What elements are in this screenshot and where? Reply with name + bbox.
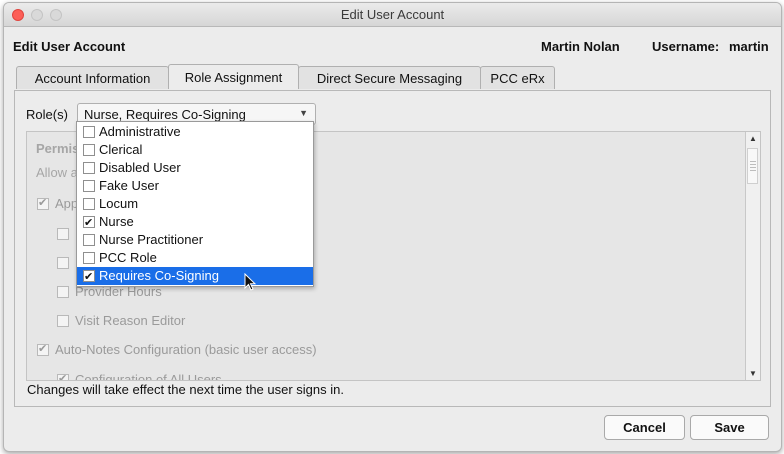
- role-option-requires-co-signing[interactable]: Requires Co-Signing: [77, 267, 313, 286]
- changes-note: Changes will take effect the next time t…: [27, 382, 344, 397]
- mouse-pointer-icon: [244, 273, 257, 291]
- roles-label: Role(s): [26, 107, 68, 122]
- checkbox[interactable]: [57, 228, 69, 240]
- permission-item[interactable]: Visit Reason Editor: [57, 313, 185, 329]
- checkbox[interactable]: [83, 126, 95, 138]
- title-bar[interactable]: Edit User Account: [4, 3, 781, 27]
- role-option-disabled-user[interactable]: Disabled User: [77, 159, 313, 177]
- permission-item[interactable]: [57, 255, 75, 271]
- scrollbar-thumb[interactable]: [747, 148, 758, 184]
- permission-item[interactable]: App: [37, 196, 78, 212]
- chevron-down-icon: ▼: [299, 108, 308, 118]
- role-option-pcc-role[interactable]: PCC Role: [77, 249, 313, 267]
- role-option-clerical[interactable]: Clerical: [77, 141, 313, 159]
- permission-item[interactable]: Auto-Notes Configuration (basic user acc…: [37, 342, 317, 358]
- role-option-nurse[interactable]: Nurse: [77, 213, 313, 232]
- roles-dropdown-list: Administrative Clerical Disabled User Fa…: [76, 121, 314, 287]
- role-option-nurse-practitioner[interactable]: Nurse Practitioner: [77, 231, 313, 249]
- checkbox[interactable]: [83, 268, 95, 286]
- grip-icon: [750, 161, 756, 173]
- tab-role-assignment[interactable]: Role Assignment: [168, 64, 299, 89]
- save-button[interactable]: Save: [690, 415, 769, 440]
- username-label: Username:: [652, 39, 720, 54]
- permissions-subtitle: Allow a: [36, 165, 78, 180]
- permissions-title: Permis: [36, 141, 80, 156]
- checkbox[interactable]: [57, 286, 69, 298]
- username-value: martin: [729, 39, 769, 54]
- tab-pcc-erx[interactable]: PCC eRx: [480, 66, 555, 89]
- window-title: Edit User Account: [340, 7, 445, 22]
- tab-direct-secure-messaging[interactable]: Direct Secure Messaging: [298, 66, 481, 89]
- checkbox[interactable]: [57, 257, 69, 269]
- permission-item[interactable]: [57, 226, 75, 242]
- cancel-button[interactable]: Cancel: [604, 415, 685, 440]
- role-option-locum[interactable]: Locum: [77, 195, 313, 213]
- scroll-up-arrow-icon[interactable]: ▲: [749, 134, 757, 143]
- checkbox[interactable]: [83, 198, 95, 210]
- scroll-down-arrow-icon[interactable]: ▼: [749, 369, 757, 378]
- checkbox[interactable]: [83, 252, 95, 264]
- checkbox[interactable]: [83, 214, 95, 232]
- checkbox[interactable]: [83, 144, 95, 156]
- vertical-scrollbar[interactable]: ▲ ▼: [745, 132, 760, 380]
- checkbox[interactable]: [83, 234, 95, 246]
- checkbox[interactable]: [37, 196, 49, 210]
- checkbox[interactable]: [83, 162, 95, 174]
- checkbox[interactable]: [37, 342, 49, 356]
- checkbox[interactable]: [57, 372, 69, 380]
- roles-select-value: Nurse, Requires Co-Signing: [84, 107, 246, 122]
- permission-item[interactable]: Configuration of All Users: [57, 372, 222, 380]
- user-full-name: Martin Nolan: [541, 39, 620, 54]
- page-title: Edit User Account: [13, 39, 126, 54]
- checkbox[interactable]: [83, 180, 95, 192]
- role-option-fake-user[interactable]: Fake User: [77, 177, 313, 195]
- tab-account-information[interactable]: Account Information: [16, 66, 169, 89]
- role-option-administrative[interactable]: Administrative: [77, 123, 313, 141]
- checkbox[interactable]: [57, 315, 69, 327]
